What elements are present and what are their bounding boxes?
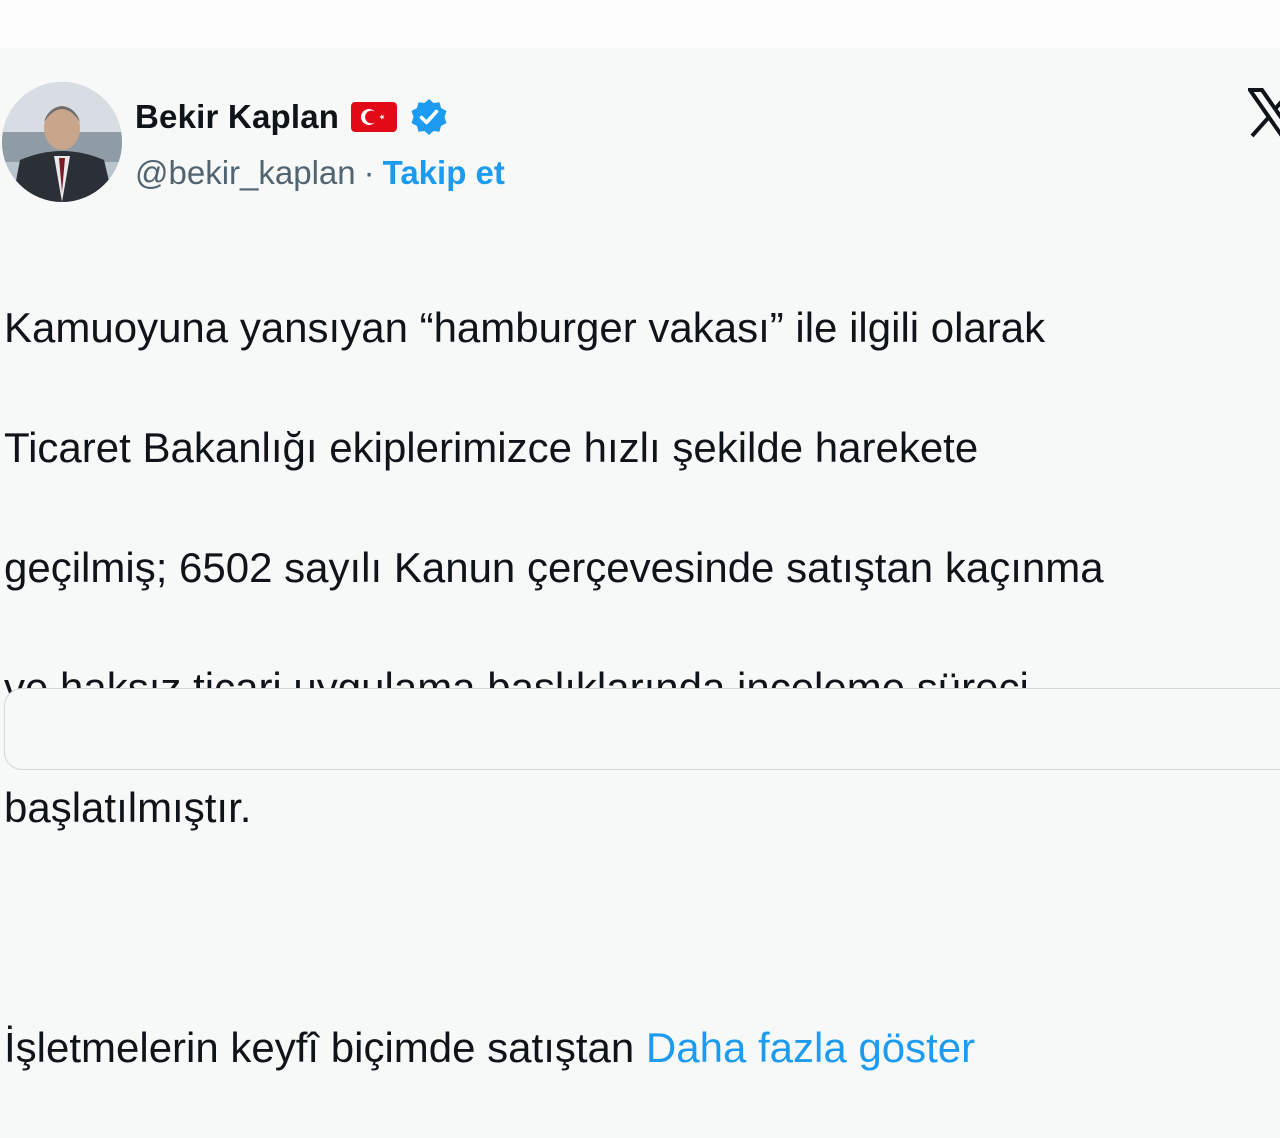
verified-badge-icon: [409, 97, 449, 137]
top-strip: [0, 0, 1280, 49]
tweet-second-paragraph: İşletmelerin keyfî biçimde satıştan Daha…: [4, 1018, 1280, 1078]
x-logo-icon[interactable]: [1246, 88, 1280, 138]
tweet-truncated-text: İşletmelerin keyfî biçimde satıştan: [4, 1024, 646, 1071]
author-name[interactable]: Bekir Kaplan: [135, 98, 339, 136]
turkey-flag-icon: [351, 102, 398, 132]
tweet-line: Ticaret Bakanlığı ekiplerimizce hızlı şe…: [4, 424, 979, 471]
embedded-media-card[interactable]: [4, 688, 1280, 770]
separator-dot: ·: [363, 154, 375, 191]
author-handle[interactable]: @bekir_kaplan: [135, 154, 356, 192]
author-row: Bekir Kaplan: [135, 96, 449, 138]
follow-button[interactable]: Takip et: [383, 154, 505, 192]
show-more-link[interactable]: Daha fazla göster: [646, 1024, 975, 1071]
handle-row: @bekir_kaplan · Takip et: [135, 152, 505, 194]
tweet-line: başlatılmıştır.: [4, 784, 252, 831]
tweet-line: geçilmiş; 6502 sayılı Kanun çerçevesinde…: [4, 544, 1104, 591]
avatar[interactable]: [2, 82, 122, 202]
tweet-line: Kamuoyuna yansıyan “hamburger vakası” il…: [4, 304, 1046, 351]
